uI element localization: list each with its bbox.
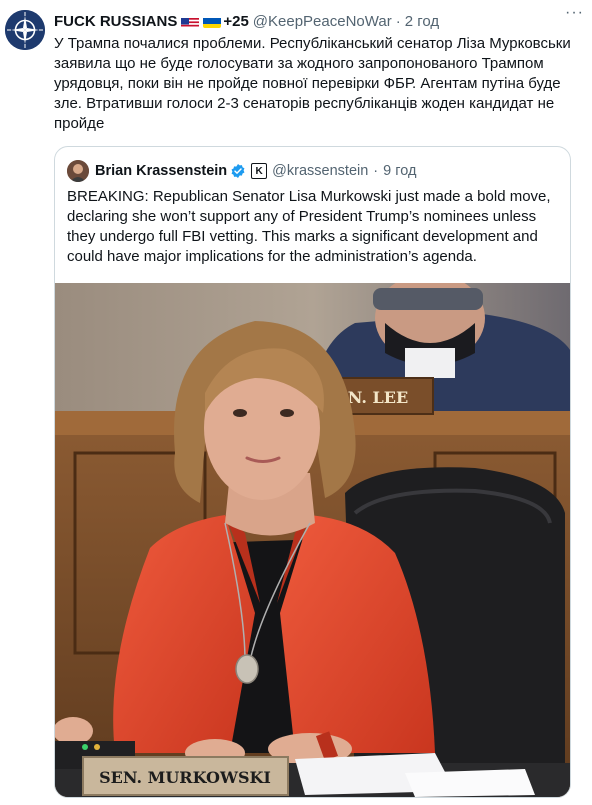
tweet-header: FUCK RUSSIANS +25 @KeepPeaceNoWar · 2 го… xyxy=(54,12,582,31)
quoted-separator-dot: · xyxy=(373,163,379,179)
affiliate-badge-icon: K xyxy=(251,163,268,179)
tweet[interactable]: FUCK RUSSIANS +25 @KeepPeaceNoWar · 2 го… xyxy=(0,0,592,805)
us-flag-icon xyxy=(181,16,200,28)
quoted-tweet-header: Brian Krassenstein K @krassenstein · 9 г… xyxy=(67,159,416,183)
verified-badge-icon xyxy=(231,164,245,178)
author-name[interactable]: FUCK RUSSIANS xyxy=(54,12,177,31)
tweet-time[interactable]: 2 год xyxy=(405,12,439,31)
separator-dot: · xyxy=(395,13,401,30)
author-avatar[interactable] xyxy=(5,10,45,50)
quoted-tweet-time[interactable]: 9 год xyxy=(383,163,416,179)
quoted-author-avatar[interactable] xyxy=(67,160,89,182)
tweet-photo[interactable]: N. LEE SEN. MURKOWSKI xyxy=(55,273,570,797)
cross-plus-emoji: +25 xyxy=(223,13,249,30)
nato-logo-icon xyxy=(5,10,45,50)
tweet-text: У Трампа почалися проблеми. Республіканс… xyxy=(54,35,571,132)
ukraine-flag-icon xyxy=(203,16,222,28)
senate-hearing-photo: N. LEE SEN. MURKOWSKI xyxy=(55,273,570,797)
quoted-author-name[interactable]: Brian Krassenstein xyxy=(95,163,227,179)
background-nameplate: N. LEE xyxy=(348,388,408,407)
quoted-tweet-text: BREAKING: Republican Senator Lisa Murkow… xyxy=(67,188,551,265)
quoted-tweet[interactable]: Brian Krassenstein K @krassenstein · 9 г… xyxy=(54,146,571,798)
more-options-icon[interactable]: ··· xyxy=(565,4,584,22)
quoted-author-handle[interactable]: @krassenstein xyxy=(272,163,368,179)
front-nameplate: SEN. MURKOWSKI xyxy=(99,768,271,787)
author-handle[interactable]: @KeepPeaceNoWar xyxy=(253,12,392,31)
